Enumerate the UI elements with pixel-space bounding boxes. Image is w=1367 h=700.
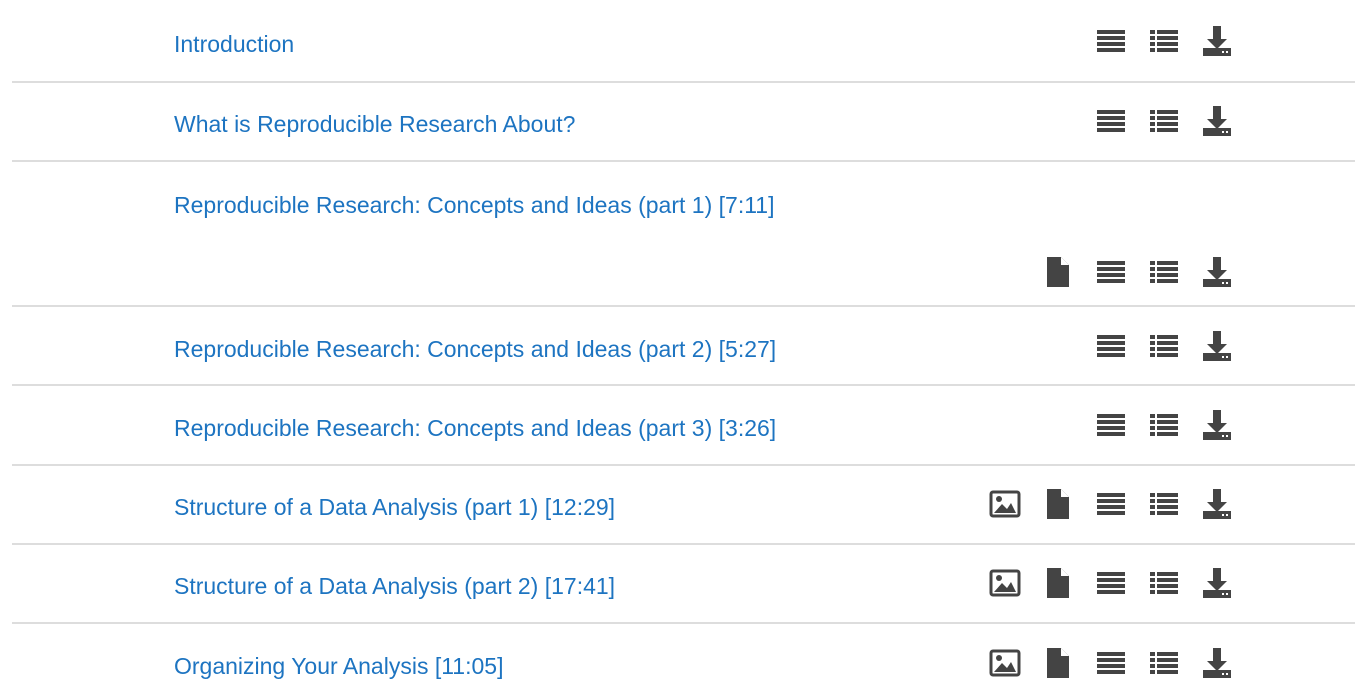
lecture-link[interactable]: Introduction xyxy=(174,30,294,58)
lecture-link[interactable]: What is Reproducible Research About? xyxy=(174,110,575,138)
lecture-link[interactable]: Reproducible Research: Concepts and Idea… xyxy=(174,335,776,363)
list-icon[interactable] xyxy=(1147,408,1181,442)
lecture-link[interactable]: Reproducible Research: Concepts and Idea… xyxy=(174,414,776,442)
download-icon[interactable] xyxy=(1200,566,1234,600)
download-icon[interactable] xyxy=(1200,255,1234,289)
divider xyxy=(12,384,1355,386)
resource-icons xyxy=(1075,329,1234,363)
resource-icons xyxy=(969,646,1234,680)
download-icon[interactable] xyxy=(1200,329,1234,363)
resource-icons xyxy=(969,566,1234,600)
align-justify-icon[interactable] xyxy=(1094,329,1128,363)
align-justify-icon[interactable] xyxy=(1094,646,1128,680)
list-icon[interactable] xyxy=(1147,255,1181,289)
resource-icons xyxy=(1075,104,1234,138)
lecture-link[interactable]: Organizing Your Analysis [11:05] xyxy=(174,652,503,680)
image-icon[interactable] xyxy=(988,646,1022,680)
list-icon[interactable] xyxy=(1147,646,1181,680)
align-justify-icon[interactable] xyxy=(1094,255,1128,289)
list-icon[interactable] xyxy=(1147,329,1181,363)
download-icon[interactable] xyxy=(1200,487,1234,521)
divider xyxy=(12,81,1355,83)
file-icon[interactable] xyxy=(1041,255,1075,289)
image-icon[interactable] xyxy=(988,566,1022,600)
align-justify-icon[interactable] xyxy=(1094,487,1128,521)
resource-icons xyxy=(1022,255,1234,289)
align-justify-icon[interactable] xyxy=(1094,566,1128,600)
align-justify-icon[interactable] xyxy=(1094,24,1128,58)
divider xyxy=(12,622,1355,624)
resource-icons xyxy=(969,487,1234,521)
divider xyxy=(12,464,1355,466)
lecture-link[interactable]: Reproducible Research: Concepts and Idea… xyxy=(174,191,774,219)
file-icon[interactable] xyxy=(1041,646,1075,680)
lecture-link[interactable]: Structure of a Data Analysis (part 1) [1… xyxy=(174,493,615,521)
resource-icons xyxy=(1075,408,1234,442)
download-icon[interactable] xyxy=(1200,646,1234,680)
divider xyxy=(12,305,1355,307)
file-icon[interactable] xyxy=(1041,566,1075,600)
download-icon[interactable] xyxy=(1200,104,1234,138)
download-icon[interactable] xyxy=(1200,24,1234,58)
list-icon[interactable] xyxy=(1147,24,1181,58)
lecture-link[interactable]: Structure of a Data Analysis (part 2) [1… xyxy=(174,572,615,600)
image-icon[interactable] xyxy=(988,487,1022,521)
align-justify-icon[interactable] xyxy=(1094,104,1128,138)
list-icon[interactable] xyxy=(1147,104,1181,138)
resource-icons xyxy=(1075,24,1234,58)
list-icon[interactable] xyxy=(1147,566,1181,600)
download-icon[interactable] xyxy=(1200,408,1234,442)
align-justify-icon[interactable] xyxy=(1094,408,1128,442)
divider xyxy=(12,160,1355,162)
list-icon[interactable] xyxy=(1147,487,1181,521)
lecture-list: Introduction What is Reproducible Resear… xyxy=(0,0,1367,700)
file-icon[interactable] xyxy=(1041,487,1075,521)
divider xyxy=(12,543,1355,545)
